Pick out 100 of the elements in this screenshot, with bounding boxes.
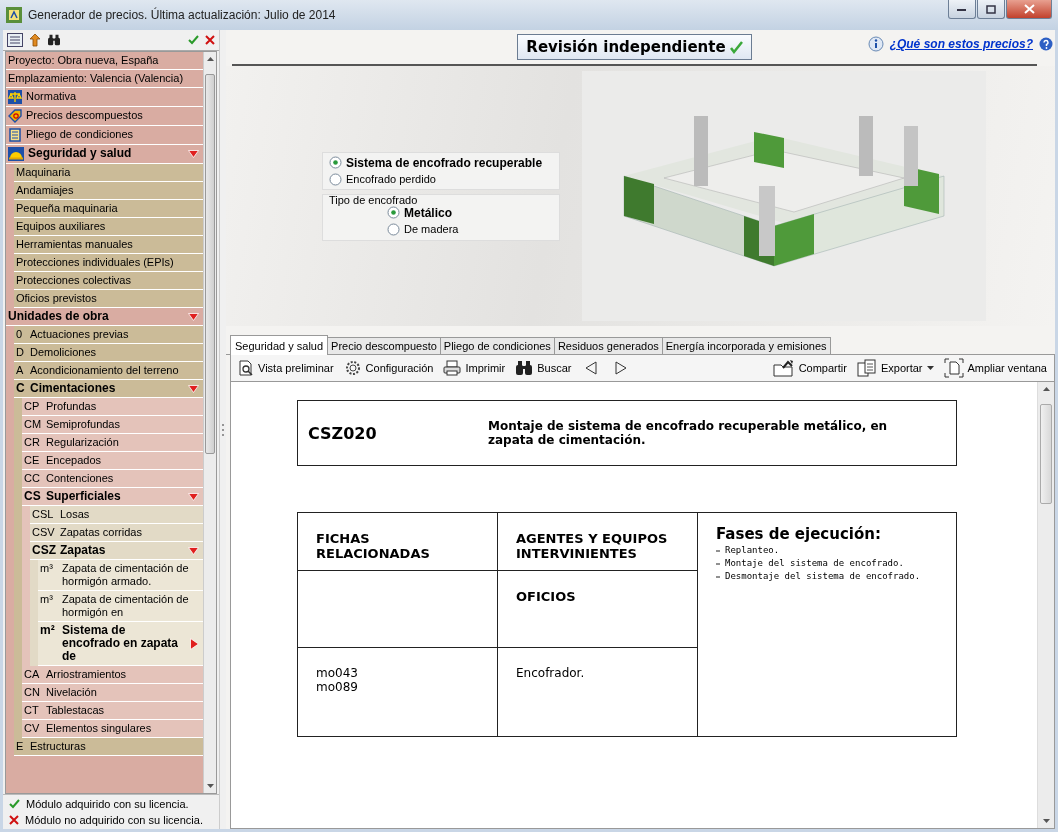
radio-icon <box>329 172 342 186</box>
scrollbar[interactable] <box>203 52 216 793</box>
toolbar-button[interactable]: Compartir <box>769 357 850 379</box>
tree-item[interactable]: m² Sistema de encofrado en zapata de <box>38 622 203 666</box>
tree-item[interactable]: CSZ Zapatas <box>30 542 203 560</box>
radio-option[interactable]: Metálico <box>387 205 553 220</box>
tree-view-icon[interactable] <box>7 33 23 47</box>
tree-item[interactable]: CE Encepados <box>22 452 203 470</box>
scroll-down-icon[interactable] <box>206 783 214 789</box>
minimize-button[interactable] <box>948 0 976 19</box>
scrollbar-thumb[interactable] <box>1040 404 1052 504</box>
scroll-up-icon[interactable] <box>206 56 214 62</box>
binoculars-icon[interactable] <box>47 34 61 46</box>
radio-icon <box>387 222 400 236</box>
expand-window-icon <box>943 358 964 378</box>
tree-item[interactable]: Pliego de condiciones <box>6 126 203 145</box>
tab[interactable]: Residuos generados <box>553 337 663 354</box>
printer-icon <box>443 360 462 376</box>
legend-text: Módulo adquirido con su licencia. <box>26 798 189 810</box>
phase-item: Montaje del sistema de encofrado. <box>725 558 904 568</box>
minimize-icon <box>957 6 967 12</box>
tree-item[interactable]: Unidades de obra <box>6 308 203 326</box>
maximize-button[interactable] <box>977 0 1005 19</box>
toolbar-button[interactable]: Ampliar ventana <box>940 356 1050 380</box>
close-button[interactable] <box>1006 0 1052 19</box>
toolbar-button[interactable]: Exportar <box>853 357 937 379</box>
radio-option[interactable]: Sistema de encofrado recuperable <box>329 155 553 170</box>
dash-icon <box>716 563 720 565</box>
tab[interactable]: Pliego de condiciones <box>439 337 555 354</box>
checkmark-icon <box>9 799 20 809</box>
help-link[interactable]: ¿Qué son estos precios? <box>889 37 1033 51</box>
cross-icon[interactable] <box>205 35 215 45</box>
euro-tag-icon <box>8 109 22 123</box>
tree-item[interactable]: Equipos auxiliares <box>14 218 203 236</box>
legend-text: Módulo no adquirido con su licencia. <box>25 814 203 826</box>
previous-icon[interactable] <box>584 361 599 375</box>
toolbar-button[interactable]: Configuración <box>340 357 437 379</box>
toolbar-button[interactable]: Vista preliminar <box>235 358 337 378</box>
item-code: CSZ020 <box>308 423 378 443</box>
scroll-down-icon[interactable] <box>1042 818 1050 824</box>
tab[interactable]: Seguridad y salud <box>230 335 329 355</box>
tree-item[interactable]: Pequeña maquinaria <box>14 200 203 218</box>
scroll-icon <box>8 128 22 142</box>
tree-item[interactable]: E Estructuras <box>14 738 203 756</box>
expanded-triangle-icon <box>188 150 199 158</box>
tree-item[interactable]: CA Arriostramientos <box>22 666 203 684</box>
help-icon[interactable] <box>1039 37 1053 51</box>
checkmark-icon[interactable] <box>188 35 199 45</box>
up-arrow-icon[interactable] <box>29 33 41 47</box>
toolbar-button[interactable]: Buscar <box>512 358 575 378</box>
preview-icon <box>238 360 254 376</box>
expanded-triangle-icon <box>188 384 199 393</box>
scrollbar-thumb[interactable] <box>205 74 215 454</box>
info-icon <box>867 36 884 52</box>
tree-item[interactable]: CR Regularización <box>22 434 203 452</box>
tree-item[interactable]: C Cimentaciones <box>14 380 203 398</box>
expanded-triangle-icon <box>188 492 199 501</box>
tree-item[interactable]: 0 Actuaciones previas <box>14 326 203 344</box>
tree-item[interactable]: CT Tablestacas <box>22 702 203 720</box>
tree-item[interactable]: A Acondicionamiento del terreno <box>14 362 203 380</box>
scrollbar[interactable] <box>1037 382 1054 828</box>
tree-item[interactable]: CM Semiprofundas <box>22 416 203 434</box>
phase-item: Replanteo. <box>725 545 780 555</box>
checkmark-icon <box>728 40 743 54</box>
tree-item[interactable]: CSL Losas <box>30 506 203 524</box>
radio-icon <box>387 206 400 219</box>
tree-item[interactable]: Precios descompuestos <box>6 107 203 126</box>
scales-icon <box>8 90 22 104</box>
next-icon[interactable] <box>614 361 629 375</box>
table-header: FICHAS RELACIONADAS <box>297 512 498 571</box>
hard-hat-icon <box>8 147 24 161</box>
tree-item[interactable]: CP Profundas <box>22 398 203 416</box>
radio-option[interactable]: Encofrado perdido <box>329 172 553 186</box>
scroll-up-icon[interactable] <box>1042 386 1050 392</box>
tree-item[interactable]: CSV Zapatas corridas <box>30 524 203 542</box>
tree-item[interactable]: m³ Zapata de cimentación de hormigón en <box>38 591 203 622</box>
tree-item[interactable]: CV Elementos singulares <box>22 720 203 738</box>
tree-item[interactable]: Andamiajes <box>14 182 203 200</box>
phase-item: Desmontaje del sistema de encofrado. <box>725 571 921 581</box>
group-title: Tipo de encofrado <box>329 193 419 206</box>
tree-item[interactable]: D Demoliciones <box>14 344 203 362</box>
tree-item[interactable]: m³ Zapata de cimentación de hormigón armado. <box>38 560 203 591</box>
cross-icon <box>9 815 19 825</box>
gear-icon <box>343 359 362 377</box>
tab[interactable]: Energía incorporada y emisiones <box>661 337 831 354</box>
tree-item[interactable]: CC Contenciones <box>22 470 203 488</box>
tree-item[interactable]: Protecciones colectivas <box>14 272 203 290</box>
tree-item[interactable]: Oficios previstos <box>14 290 203 308</box>
tree-item[interactable]: CS Superficiales <box>22 488 203 506</box>
tree-item[interactable]: Seguridad y salud <box>6 145 203 164</box>
tree-item[interactable]: Herramientas manuales <box>14 236 203 254</box>
radio-option[interactable]: De madera <box>387 222 553 236</box>
radio-icon <box>329 156 342 169</box>
tab[interactable]: Precio descompuesto <box>327 337 441 354</box>
tree-item[interactable]: Protecciones individuales (EPIs) <box>14 254 203 272</box>
tree-item[interactable]: Maquinaria <box>14 164 203 182</box>
tree-item[interactable]: Normativa <box>6 88 203 107</box>
tree-item[interactable]: CN Nivelación <box>22 684 203 702</box>
toolbar-button[interactable]: Imprimir <box>440 358 509 378</box>
app-icon <box>6 7 22 23</box>
